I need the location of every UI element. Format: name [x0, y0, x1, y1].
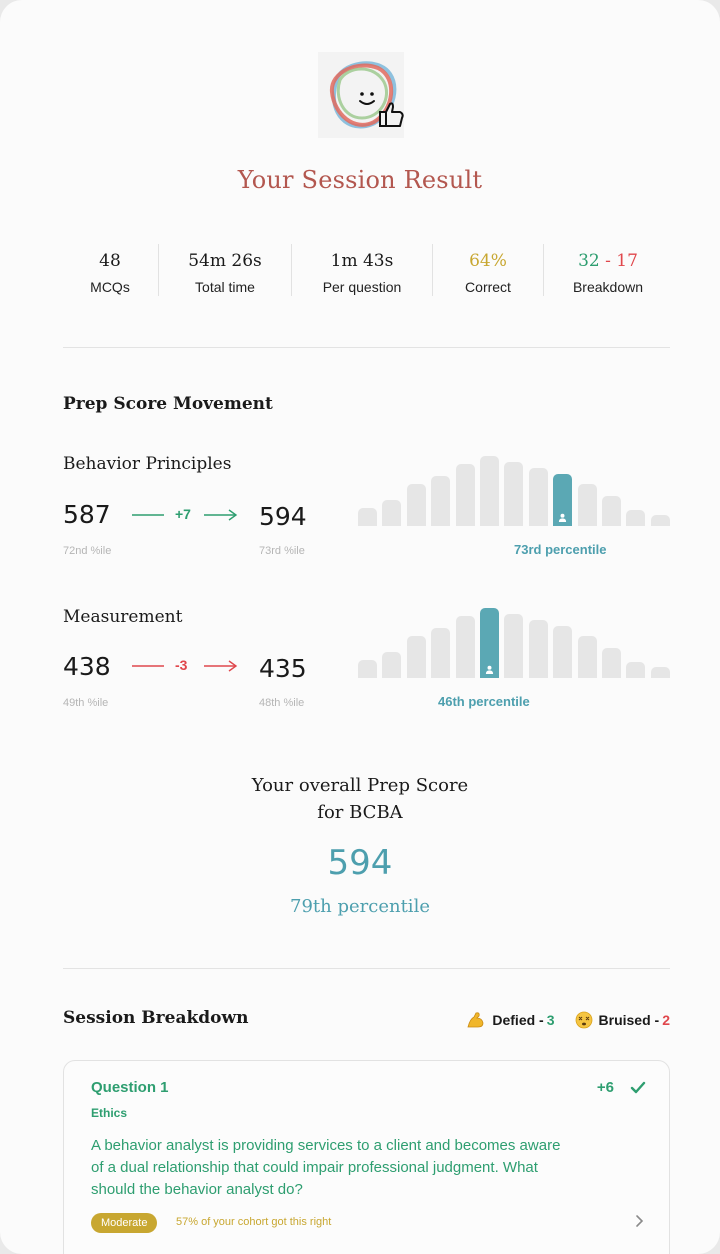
stat-value: 48: [99, 251, 121, 271]
bruised-count: 2: [662, 1012, 670, 1028]
percentile-label: 46th percentile: [438, 694, 530, 709]
distribution-bar: [406, 636, 426, 678]
distribution-bar: [406, 484, 426, 526]
from-percentile: 72nd %ile: [63, 545, 112, 557]
distribution-bar: [602, 496, 621, 526]
score-delta: +7: [175, 506, 191, 522]
distribution-bar: [358, 508, 377, 526]
from-percentile: 49th %ile: [63, 697, 109, 709]
score-delta: -3: [175, 657, 188, 673]
distribution-bar: [455, 616, 475, 678]
from-score: 587: [63, 500, 111, 529]
check-icon: [630, 1081, 646, 1094]
stat-label: Correct: [465, 279, 511, 295]
distribution-bar: [382, 652, 402, 678]
stat-total-time: 54m 26s Total time: [159, 238, 291, 302]
distribution-bar: [382, 500, 402, 526]
to-percentile: 73rd %ile: [259, 545, 305, 557]
stat-per-question: 1m 43s Per question: [292, 238, 432, 302]
stat-breakdown: 32 - 17 Breakdown: [544, 238, 672, 302]
question-title: Question 1: [91, 1079, 169, 1096]
breakdown-separator: -: [599, 251, 617, 271]
defied-label: Defied -: [492, 1012, 544, 1028]
stat-mcqs: 48 MCQs: [62, 238, 158, 302]
overall-percentile: 79th percentile: [290, 896, 430, 917]
stat-correct: 64% Correct: [433, 238, 543, 302]
session-breakdown-heading: Session Breakdown: [63, 1008, 249, 1028]
question-topic: Ethics: [91, 1106, 128, 1120]
to-score: 435: [259, 654, 307, 683]
distribution-bar: [480, 456, 499, 526]
distribution-bar: [504, 614, 524, 678]
distribution-bar: [528, 620, 548, 678]
stat-value: 32 - 17: [578, 245, 638, 277]
overall-line2: for BCBA: [317, 802, 403, 823]
divider: [63, 968, 670, 969]
to-percentile: 48th %ile: [259, 697, 305, 709]
distribution-bar: [577, 484, 597, 526]
person-icon: [559, 513, 567, 522]
question-text: A behavior analyst is providing services…: [91, 1137, 561, 1198]
percentile-label: 73rd percentile: [514, 542, 607, 557]
distribution-bar: [431, 628, 451, 678]
distribution-bar: [455, 464, 475, 526]
flexed-biceps-icon: [467, 1012, 484, 1028]
incorrect-count: 17: [616, 251, 638, 271]
stat-label: Total time: [195, 279, 255, 295]
distribution-bar: [650, 515, 670, 526]
distribution-bar: [650, 667, 670, 678]
stat-label: MCQs: [90, 279, 130, 295]
percentile-distribution: [358, 446, 672, 526]
session-stats: 48 MCQs 54m 26s Total time 1m 43s Per qu…: [62, 238, 672, 302]
overall-line1: Your overall Prep Score: [251, 775, 469, 796]
bruised-label: Bruised -: [598, 1012, 660, 1028]
distribution-bar: [626, 510, 646, 526]
distribution-bar: [431, 476, 451, 526]
person-icon: [485, 665, 494, 674]
stat-value: 64%: [469, 251, 507, 271]
distribution-bar: [504, 462, 524, 526]
subject-name: Behavior Principles: [63, 454, 232, 474]
subject-name: Measurement: [63, 607, 183, 627]
distribution-bar-you: [480, 608, 499, 678]
distribution-bar: [528, 468, 548, 526]
results-card: Your Session Result 48 MCQs 54m 26s Tota…: [0, 0, 720, 1254]
distribution-bar-you: [553, 474, 573, 526]
dizzy-face-icon: [575, 1011, 592, 1029]
chevron-right-icon[interactable]: [635, 1213, 645, 1229]
distribution-bar: [626, 662, 646, 678]
from-score: 438: [63, 652, 111, 681]
smiley-thumbs-up-icon: [318, 52, 404, 138]
question-points: +6: [596, 1079, 614, 1096]
stat-label: Per question: [322, 279, 402, 295]
prep-score-heading: Prep Score Movement: [63, 394, 273, 414]
correct-count: 32: [578, 251, 600, 271]
distribution-bar: [577, 636, 597, 678]
stat-value: 1m 43s: [330, 251, 394, 271]
question-card[interactable]: Question 1 Ethics A behavior analyst is …: [63, 1060, 670, 1254]
page-title: Your Session Result: [237, 166, 483, 194]
overall-score: 594: [327, 843, 393, 883]
divider: [63, 347, 670, 348]
difficulty-badge: Moderate: [91, 1213, 158, 1233]
cohort-stat: 57% of your cohort got this right: [176, 1216, 332, 1228]
stat-label: Breakdown: [572, 279, 644, 295]
stat-value: 54m 26s: [188, 251, 262, 271]
percentile-distribution: [358, 598, 672, 678]
defied-count: 3: [546, 1012, 555, 1028]
distribution-bar: [602, 648, 621, 678]
breakdown-legend: Defied - 3 Bruised - 2: [466, 1011, 670, 1029]
to-score: 594: [259, 502, 307, 531]
distribution-bar: [358, 660, 377, 678]
distribution-bar: [553, 626, 573, 678]
